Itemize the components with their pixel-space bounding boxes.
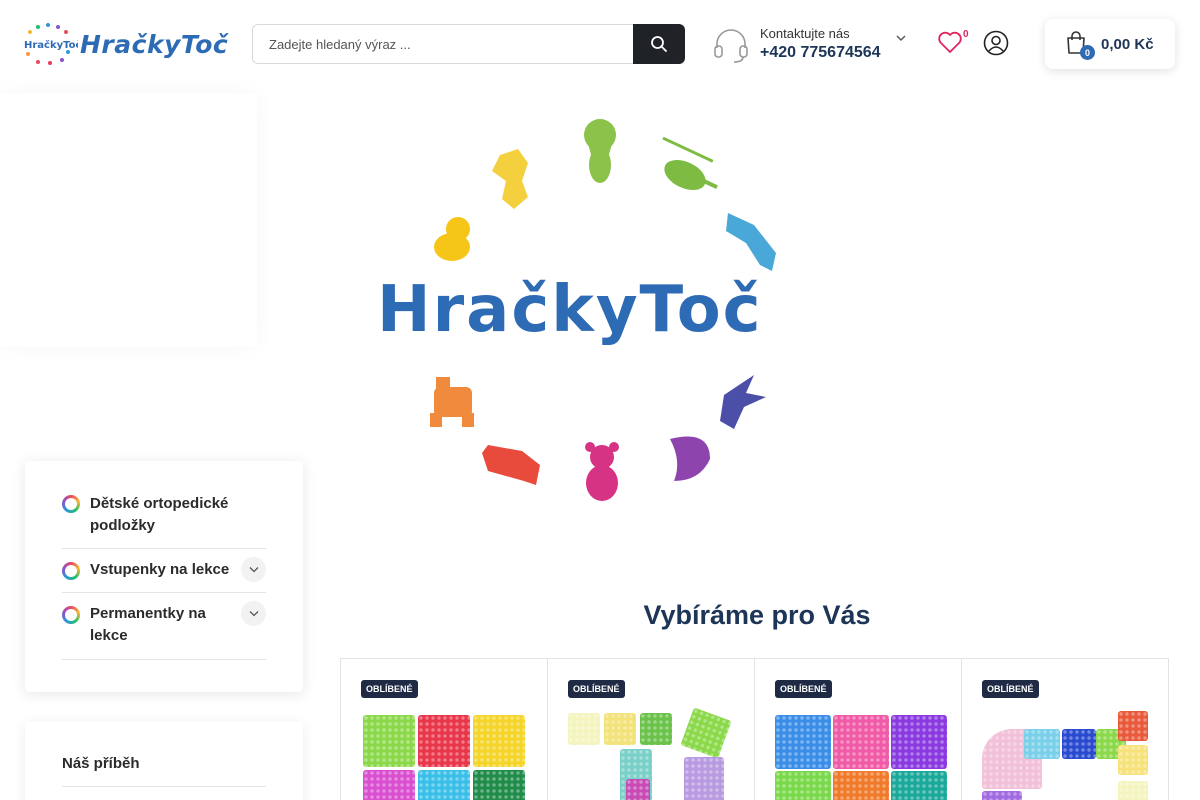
- logo-badge-icon: HračkyToč: [22, 22, 82, 66]
- product-image[interactable]: [361, 709, 529, 800]
- category-expand-toggle[interactable]: [241, 557, 266, 582]
- site-logo[interactable]: HračkyToč HračkyToč: [22, 20, 228, 68]
- category-item-lesson-passes[interactable]: Permanentky na lekce: [62, 593, 266, 660]
- svg-text:HračkyToč: HračkyToč: [24, 39, 78, 51]
- popular-badge: OBLÍBENÉ: [775, 680, 832, 698]
- site-header: HračkyToč HračkyToč Kontaktujte nás +420…: [0, 0, 1200, 88]
- cart-count-badge: 0: [1080, 45, 1095, 60]
- category-menu: Dětské ortopedické podložky Vstupenky na…: [25, 461, 303, 692]
- product-card[interactable]: OBLÍBENÉ: [754, 658, 962, 800]
- user-icon: [983, 30, 1009, 56]
- category-label: Dětské ortopedické podložky: [90, 495, 229, 534]
- contact-phone[interactable]: +420 775674564: [760, 44, 881, 62]
- product-card[interactable]: OBLÍBENÉ: [961, 658, 1169, 800]
- category-ring-icon: [62, 495, 80, 513]
- cart-button[interactable]: 0 0,00 Kč: [1045, 19, 1175, 69]
- category-ring-icon: [62, 562, 80, 580]
- product-image[interactable]: [568, 707, 736, 800]
- popular-badge: OBLÍBENÉ: [982, 680, 1039, 698]
- promo-banner: [0, 93, 257, 347]
- logo-text: HračkyToč: [80, 29, 229, 59]
- hero-brand-text: HračkyToč: [377, 273, 763, 347]
- category-expand-toggle[interactable]: [241, 601, 266, 626]
- heart-icon: [938, 31, 962, 53]
- product-card[interactable]: OBLÍBENÉ: [547, 658, 755, 800]
- category-ring-icon: [62, 606, 80, 624]
- chevron-down-icon: [896, 35, 906, 41]
- contact-dropdown[interactable]: Kontaktujte nás +420 775674564: [712, 24, 912, 68]
- product-image[interactable]: [775, 709, 947, 800]
- category-label: Permanentky na lekce: [90, 605, 206, 644]
- popular-badge: OBLÍBENÉ: [568, 680, 625, 698]
- popular-badge: OBLÍBENÉ: [361, 680, 418, 698]
- wishlist-count: 0: [963, 29, 969, 40]
- our-story-card: Náš příběh: [25, 722, 303, 800]
- search-button[interactable]: [633, 24, 685, 64]
- search-bar: [252, 24, 685, 64]
- search-input[interactable]: [252, 24, 633, 64]
- chevron-down-icon: [249, 567, 258, 573]
- category-item-orthopedic-mats[interactable]: Dětské ortopedické podložky: [62, 493, 266, 549]
- headset-icon: [714, 29, 748, 63]
- contact-label: Kontaktujte nás: [760, 26, 850, 41]
- category-item-lesson-tickets[interactable]: Vstupenky na lekce: [62, 549, 266, 593]
- product-card[interactable]: OBLÍBENÉ: [340, 658, 548, 800]
- account-button[interactable]: [983, 30, 1009, 56]
- divider: [62, 786, 266, 787]
- our-story-link[interactable]: Náš příběh: [62, 755, 140, 772]
- cart-total: 0,00 Kč: [1101, 36, 1154, 53]
- category-label: Vstupenky na lekce: [90, 561, 230, 578]
- product-image[interactable]: [982, 709, 1150, 800]
- hero-banner: HračkyToč: [340, 95, 860, 515]
- chevron-down-icon: [249, 611, 258, 617]
- product-grid: OBLÍBENÉ OBLÍBENÉ OBLÍBENÉ OBLÍBENÉ: [340, 658, 1174, 800]
- search-icon: [651, 36, 667, 52]
- section-title: Vybíráme pro Vás: [643, 600, 871, 630]
